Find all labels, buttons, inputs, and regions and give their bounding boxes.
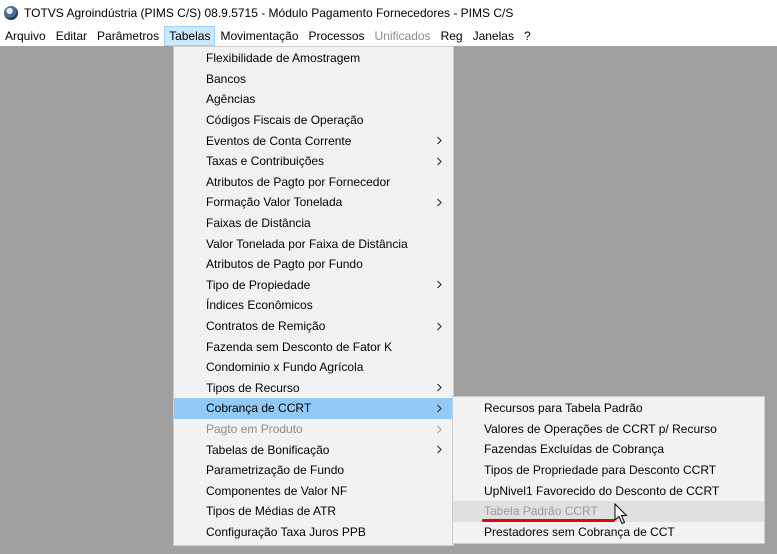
menu-item-parametrizacao-de-fundo[interactable]: Parametrização de Fundo [174,460,453,481]
menu-item-indices-economicos[interactable]: Índices Econômicos [174,295,453,316]
menu-movimentacao[interactable]: Movimentação [215,26,303,46]
menu-item-label: Taxas e Contribuições [206,154,325,169]
menu-item-atributos-de-pagto-por-fundo[interactable]: Atributos de Pagto por Fundo [174,254,453,275]
chevron-right-icon [436,151,443,172]
chevron-right-icon [436,192,443,213]
chevron-right-icon [436,419,443,440]
submenu-item-label: Recursos para Tabela Padrão [484,401,643,416]
menu-item-label: Tabelas de Bonificação [206,442,330,457]
menu-item-tabelas-de-bonificacao[interactable]: Tabelas de Bonificação [174,439,453,460]
menu-item-label: Parametrização de Fundo [206,463,345,478]
menu-processos[interactable]: Processos [304,26,370,46]
menu-item-label: Agências [206,92,256,107]
submenu-item-upnivel1-favorecido-do-desconto-de-ccrt[interactable]: UpNivel1 Favorecido do Desconto de CCRT [453,480,764,501]
chevron-right-icon [436,439,443,460]
menu-item-label: Flexibilidade de Amostragem [206,51,361,66]
menu-item-label: Componentes de Valor NF [206,483,348,498]
submenu-item-fazendas-excluidas-de-cobranca[interactable]: Fazendas Excluídas de Cobrança [453,439,764,460]
menu-item-atributos-de-pagto-por-fornecedor[interactable]: Atributos de Pagto por Fornecedor [174,172,453,193]
menu-item-formacao-valor-tonelada[interactable]: Formação Valor Tonelada [174,192,453,213]
submenu-item-label: UpNivel1 Favorecido do Desconto de CCRT [484,483,720,498]
submenu-item-label: Tabela Padrão CCRT [484,504,598,519]
submenu-item-valores-de-operacoes-de-ccrt-p-recurso[interactable]: Valores de Operações de CCRT p/ Recurso [453,419,764,440]
menu-item-tipos-de-recurso[interactable]: Tipos de Recurso [174,378,453,399]
menu-item-taxas-e-contribuicoes[interactable]: Taxas e Contribuições [174,151,453,172]
menu-item-label: Bancos [206,71,247,86]
menu-item-codigos-fiscais-de-operacao[interactable]: Códigos Fiscais de Operação [174,110,453,131]
menu-item-label: Condominio x Fundo Agrícola [206,360,364,375]
menu-item-label: Atributos de Pagto por Fornecedor [206,174,391,189]
menu-item-label: Configuração Taxa Juros PPB [206,525,366,540]
menu-item-pagto-em-produto[interactable]: Pagto em Produto [174,419,453,440]
menu-item-label: Valor Tonelada por Faixa de Distância [206,236,408,251]
menu-item-label: Cobrança de CCRT [206,401,312,416]
submenu-item-label: Prestadores sem Cobrança de CCT [484,524,675,539]
tabelas-dropdown-menu: Flexibilidade de Amostragem Bancos Agência… [173,46,454,546]
menu-arquivo[interactable]: Arquivo [0,26,51,46]
menu-item-bancos[interactable]: Bancos [174,69,453,90]
menu-bar: Arquivo Editar Parâmetros Tabelas Movimentaç… [0,26,777,46]
menu-item-label: Formação Valor Tonelada [206,195,343,210]
chevron-right-icon [436,378,443,399]
chevron-right-icon [436,316,443,337]
submenu-item-prestadores-sem-cobranca-de-cct[interactable]: Prestadores sem Cobrança de CCT [453,522,764,543]
menu-help[interactable]: ? [519,26,536,46]
menu-item-label: Faixas de Distância [206,216,311,231]
title-bar: TOTVS Agroindústria (PIMS C/S) 08.9.5715… [0,0,777,26]
red-underline-annotation [482,519,615,522]
menu-item-label: Tipo de Propiedade [206,277,311,292]
submenu-item-recursos-para-tabela-padrao[interactable]: Recursos para Tabela Padrão [453,398,764,419]
menu-item-tipos-de-medias-de-atr[interactable]: Tipos de Médias de ATR [174,501,453,522]
menu-item-label: Eventos de Conta Corrente [206,133,352,148]
submenu-item-label: Valores de Operações de CCRT p/ Recurso [484,421,717,436]
menu-item-label: Tipos de Médias de ATR [206,504,337,519]
menu-item-faixas-de-distancia[interactable]: Faixas de Distância [174,213,453,234]
menu-editar[interactable]: Editar [51,26,92,46]
menu-parametros[interactable]: Parâmetros [92,26,164,46]
menu-tabelas[interactable]: Tabelas [164,26,216,46]
menu-item-contratos-de-remicao[interactable]: Contratos de Remição [174,316,453,337]
menu-unificados[interactable]: Unificados [370,26,436,46]
menu-item-cobranca-de-ccrt[interactable]: Cobrança de CCRT [174,398,453,419]
submenu-item-tipos-de-propriedade-para-desconto-ccrt[interactable]: Tipos de Propriedade para Desconto CCRT [453,460,764,481]
menu-item-configuracao-taxa-juros-ppb[interactable]: Configuração Taxa Juros PPB [174,522,453,543]
menu-item-label: Índices Econômicos [206,298,313,313]
menu-item-label: Contratos de Remição [206,319,326,334]
chevron-right-icon [436,398,443,419]
mouse-cursor-icon [614,503,628,525]
chevron-right-icon [436,130,443,151]
menu-item-tipo-de-propiedade[interactable]: Tipo de Propiedade [174,275,453,296]
menu-reg[interactable]: Reg [436,26,468,46]
menu-item-condominio-x-fundo-agricola[interactable]: Condominio x Fundo Agrícola [174,357,453,378]
menu-item-eventos-de-conta-corrente[interactable]: Eventos de Conta Corrente [174,130,453,151]
chevron-right-icon [436,275,443,296]
menu-item-label: Códigos Fiscais de Operação [206,113,364,128]
window-title: TOTVS Agroindústria (PIMS C/S) 08.9.5715… [24,6,514,20]
menu-item-label: Tipos de Recurso [206,380,300,395]
menu-item-fazenda-sem-desconto-de-fator-k[interactable]: Fazenda sem Desconto de Fator K [174,336,453,357]
submenu-item-label: Fazendas Excluídas de Cobrança [484,442,665,457]
menu-item-label: Fazenda sem Desconto de Fator K [206,339,393,354]
menu-janelas[interactable]: Janelas [468,26,519,46]
menu-item-label: Atributos de Pagto por Fundo [206,257,363,272]
menu-item-valor-tonelada-por-faixa-de-distancia[interactable]: Valor Tonelada por Faixa de Distância [174,233,453,254]
submenu-item-label: Tipos de Propriedade para Desconto CCRT [484,463,717,478]
totvs-logo-icon [4,6,18,20]
menu-item-agencias[interactable]: Agências [174,89,453,110]
menu-item-flexibilidade-de-amostragem[interactable]: Flexibilidade de Amostragem [174,48,453,69]
menu-item-componentes-de-valor-nf[interactable]: Componentes de Valor NF [174,481,453,502]
menu-item-label: Pagto em Produto [206,422,303,437]
